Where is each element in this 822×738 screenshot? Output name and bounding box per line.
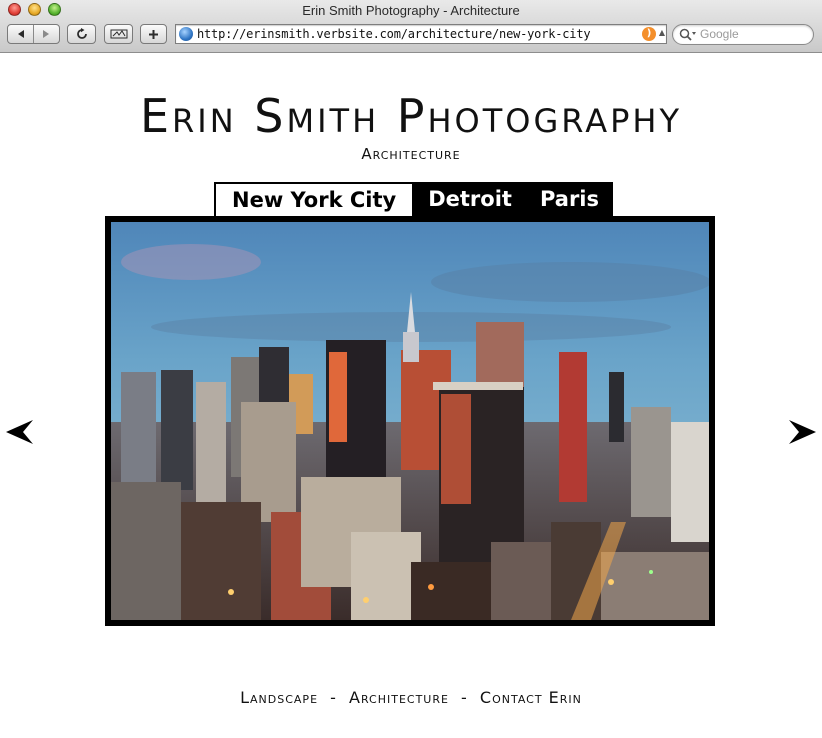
forward-button[interactable] [34,25,59,43]
skyline-photo [111,222,709,620]
forward-arrow-icon [43,30,50,38]
reload-button[interactable] [67,24,96,44]
reload-icon [76,28,87,39]
footer-separator: - [461,688,468,707]
rss-icon[interactable]: ) [642,27,656,41]
footer-link-architecture[interactable]: Architecture [349,688,449,707]
tab-new-york-city[interactable]: New York City [214,182,415,216]
footer-nav: Landscape - Architecture - Contact Erin [0,688,822,707]
footer-link-contact-erin[interactable]: Contact Erin [480,688,582,707]
tab-detroit[interactable]: Detroit [414,182,526,216]
photo-frame [105,216,715,626]
back-button[interactable] [8,25,33,43]
gallery-photo[interactable] [111,222,709,620]
snapback-icon [110,29,127,39]
site-title: Erin Smith Photography [139,89,683,143]
add-bookmark-button[interactable] [140,24,167,44]
footer-separator: - [330,688,337,707]
prev-arrow-icon[interactable] [5,418,35,446]
title-bar: Erin Smith Photography - Architecture [0,0,822,21]
tab-paris[interactable]: Paris [526,182,613,216]
snapback-button[interactable] [104,24,133,44]
globe-icon [179,27,193,41]
address-bar[interactable]: http://erinsmith.verbsite.com/architectu… [175,24,667,44]
footer-link-landscape[interactable]: Landscape [240,688,318,707]
chevron-up-icon[interactable]: ▲ [659,28,665,37]
back-forward-buttons [7,24,60,44]
search-icon[interactable] [679,28,697,41]
next-arrow-icon[interactable] [787,418,817,446]
window-title: Erin Smith Photography - Architecture [302,3,520,18]
search-field[interactable]: Google [672,24,814,45]
search-placeholder: Google [700,27,739,41]
gallery-subtitle: Architecture [361,145,461,163]
address-text[interactable]: http://erinsmith.verbsite.com/architectu… [197,27,591,41]
plus-icon [149,29,158,39]
gallery-tabs: New York City Detroit Paris [214,182,614,216]
back-arrow-icon [17,30,24,38]
browser-chrome: Erin Smith Photography - Architecture ht… [0,0,822,53]
